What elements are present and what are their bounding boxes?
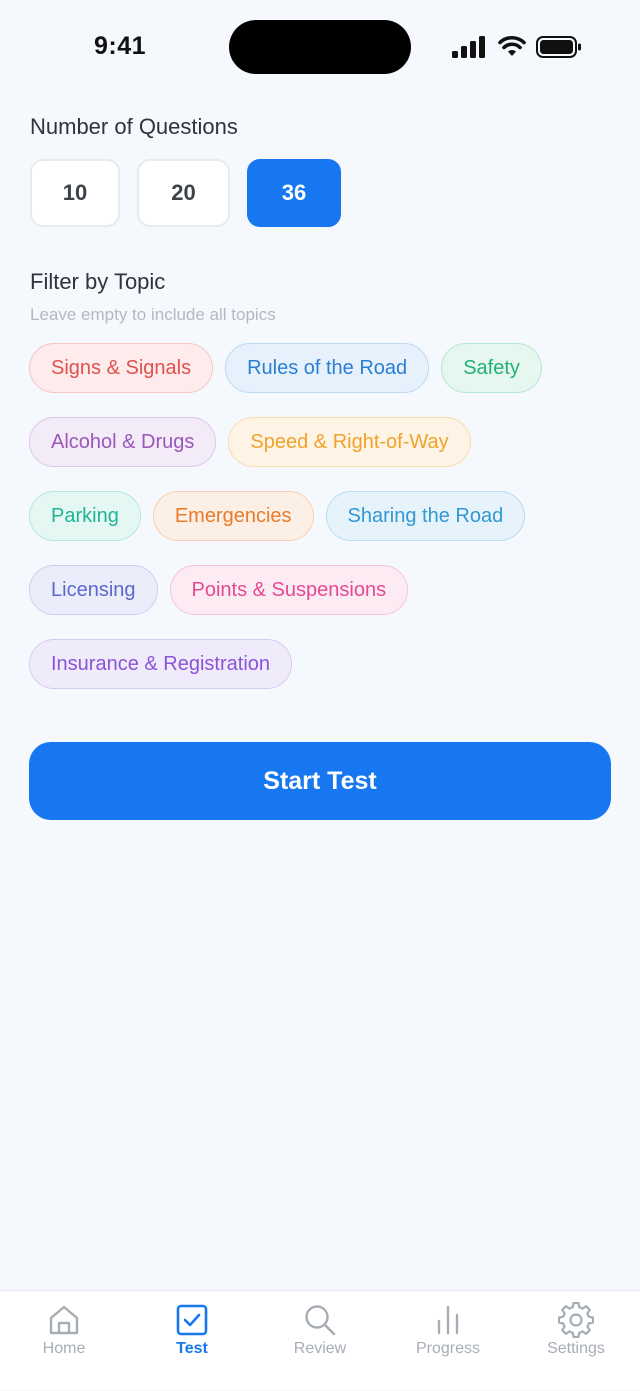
topic-chip-row: Alcohol & Drugs Speed & Right-of-Way <box>29 417 471 467</box>
topic-chip-speed-right-of-way[interactable]: Speed & Right-of-Way <box>228 417 471 467</box>
topic-chip-row: Parking Emergencies Sharing the Road <box>29 491 526 541</box>
status-time: 9:41 <box>94 32 147 60</box>
tab-test[interactable]: Test <box>128 1291 256 1391</box>
checkbox-icon <box>176 1304 208 1336</box>
topic-filter-title: Filter by Topic <box>30 269 166 294</box>
question-count-option-20[interactable]: 20 <box>137 159 230 227</box>
tab-settings[interactable]: Settings <box>512 1291 640 1391</box>
topic-chip-row: Licensing Points & Suspensions <box>29 565 409 615</box>
topic-chip-safety[interactable]: Safety <box>441 343 542 393</box>
start-test-button[interactable]: Start Test <box>29 742 611 820</box>
topic-chip-sharing-the-road[interactable]: Sharing the Road <box>325 491 526 541</box>
tab-label: Test <box>176 1340 208 1357</box>
topic-chip-rules-of-the-road[interactable]: Rules of the Road <box>225 343 430 393</box>
tab-label: Progress <box>415 1340 481 1357</box>
topic-chip-licensing[interactable]: Licensing <box>29 565 158 615</box>
topic-chip-row: Insurance & Registration <box>29 639 293 689</box>
topic-chip-alcohol-drugs[interactable]: Alcohol & Drugs <box>29 417 217 467</box>
tab-progress[interactable]: Progress <box>384 1291 512 1391</box>
topic-chip-insurance-registration[interactable]: Insurance & Registration <box>29 639 293 689</box>
tab-bar: Home Test Review Progress Settings <box>0 1290 640 1390</box>
dynamic-island <box>229 20 411 74</box>
question-count-options: 10 20 36 <box>30 159 341 227</box>
tab-home[interactable]: Home <box>0 1291 128 1391</box>
topic-filter-hint: Leave empty to include all topics <box>30 305 276 324</box>
topic-chip-emergencies[interactable]: Emergencies <box>152 491 314 541</box>
tab-review[interactable]: Review <box>256 1291 384 1391</box>
status-bar: 9:41 <box>0 0 640 92</box>
topic-chip-parking[interactable]: Parking <box>29 491 141 541</box>
topic-chip-row: Signs & Signals Rules of the Road Safety <box>29 343 542 393</box>
wifi-icon <box>498 35 526 56</box>
question-count-option-36[interactable]: 36 <box>247 159 341 227</box>
battery-icon <box>536 36 581 58</box>
topic-chip-signs-signals[interactable]: Signs & Signals <box>29 343 214 393</box>
tab-label: Home <box>42 1340 86 1357</box>
bar-chart-icon <box>437 1305 459 1335</box>
question-count-title: Number of Questions <box>30 114 238 139</box>
gear-icon <box>558 1302 594 1338</box>
question-count-option-10[interactable]: 10 <box>30 159 120 227</box>
home-icon <box>49 1305 79 1335</box>
search-icon <box>305 1305 336 1336</box>
tab-label: Settings <box>547 1340 605 1357</box>
tab-label: Review <box>293 1340 347 1357</box>
cellular-signal-icon <box>452 36 485 58</box>
topic-chip-points-suspensions[interactable]: Points & Suspensions <box>169 565 409 615</box>
